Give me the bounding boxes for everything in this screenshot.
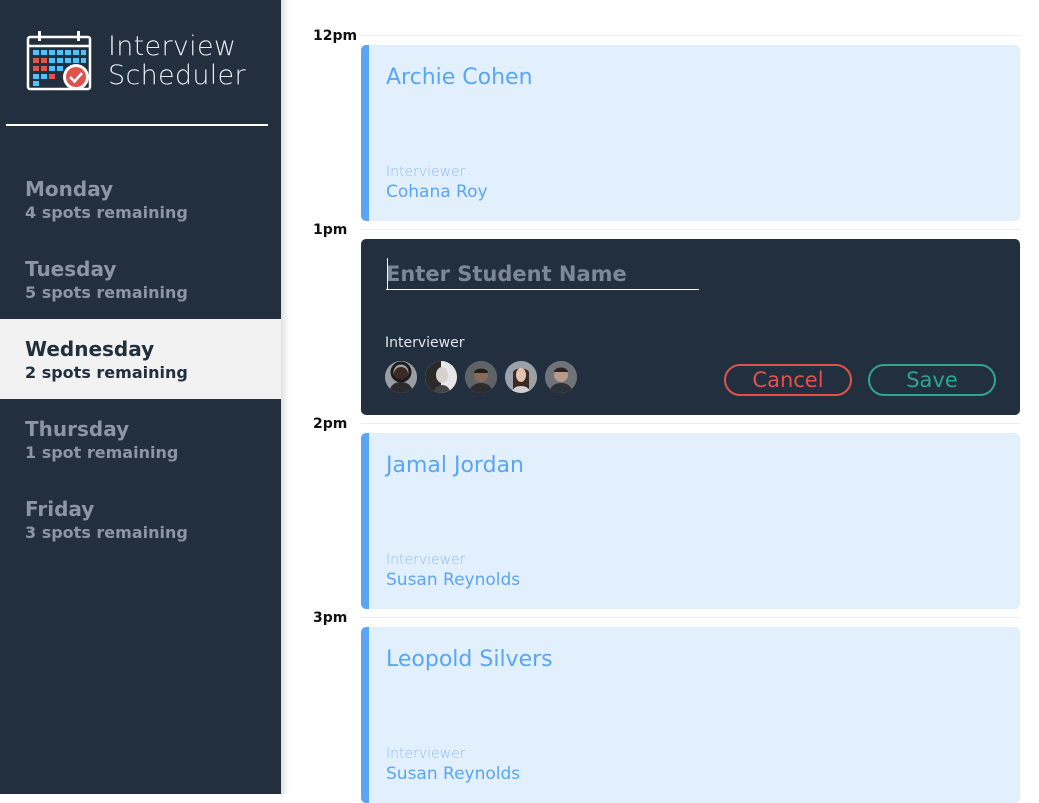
day-name: Tuesday [25,257,117,281]
student-name: Archie Cohen [386,65,533,90]
day-spots: 4 spots remaining [25,203,188,222]
slot-divider [361,35,1020,36]
student-name-input[interactable] [386,258,699,290]
day-name: Wednesday [25,337,155,361]
slot-time: 2pm [313,416,348,432]
day-item-tuesday[interactable]: Tuesday 5 spots remaining [0,239,281,319]
interviewer-label: Interviewer [385,335,465,351]
day-item-friday[interactable]: Friday 3 spots remaining [0,479,281,559]
appointment-slot-form: 1pm Interviewer [281,194,1039,415]
day-list: Monday 4 spots remaining Tuesday 5 spots… [0,159,281,559]
sidebar: Interview Scheduler Monday 4 spots remai… [0,0,281,794]
day-item-monday[interactable]: Monday 4 spots remaining [0,159,281,239]
calendar-check-logo-icon [26,31,92,91]
slot-time: 3pm [313,610,348,626]
app-title-line2: Scheduler [108,60,246,91]
slot-divider [361,617,1020,618]
appointment-slot: 12pm Archie Cohen Interviewer Cohana Roy [281,0,1039,221]
day-name: Thursday [25,417,130,441]
student-name: Jamal Jordan [386,453,524,478]
interviewer-label: Interviewer [386,164,466,180]
appointment-slot: 3pm Leopold Silvers Interviewer Susan Re… [281,582,1039,803]
day-spots: 1 spot remaining [25,443,179,462]
day-name: Friday [25,497,95,521]
day-item-thursday[interactable]: Thursday 1 spot remaining [0,399,281,479]
text-cursor [387,258,388,289]
app-title: Interview Scheduler [108,32,246,90]
day-spots: 5 spots remaining [25,283,188,302]
day-item-wednesday[interactable]: Wednesday 2 spots remaining [0,319,281,399]
day-spots: 3 spots remaining [25,523,188,542]
interviewer-label: Interviewer [386,746,466,762]
slot-time: 12pm [313,28,358,44]
schedule: 12pm Archie Cohen Interviewer Cohana Roy… [281,0,1039,803]
interviewer-label: Interviewer [386,552,466,568]
slot-divider [361,229,1020,230]
day-spots: 2 spots remaining [25,363,188,382]
interviewer-name: Susan Reynolds [386,764,521,784]
slot-divider [361,423,1020,424]
app-title-line1: Interview [108,31,237,62]
sidebar-divider [6,124,268,126]
appointment-card[interactable]: Leopold Silvers Interviewer Susan Reynol… [361,627,1020,803]
slot-time: 1pm [313,222,348,238]
student-name: Leopold Silvers [386,647,553,672]
appointment-slot: 2pm Jamal Jordan Interviewer Susan Reyno… [281,388,1039,609]
day-name: Monday [25,177,114,201]
